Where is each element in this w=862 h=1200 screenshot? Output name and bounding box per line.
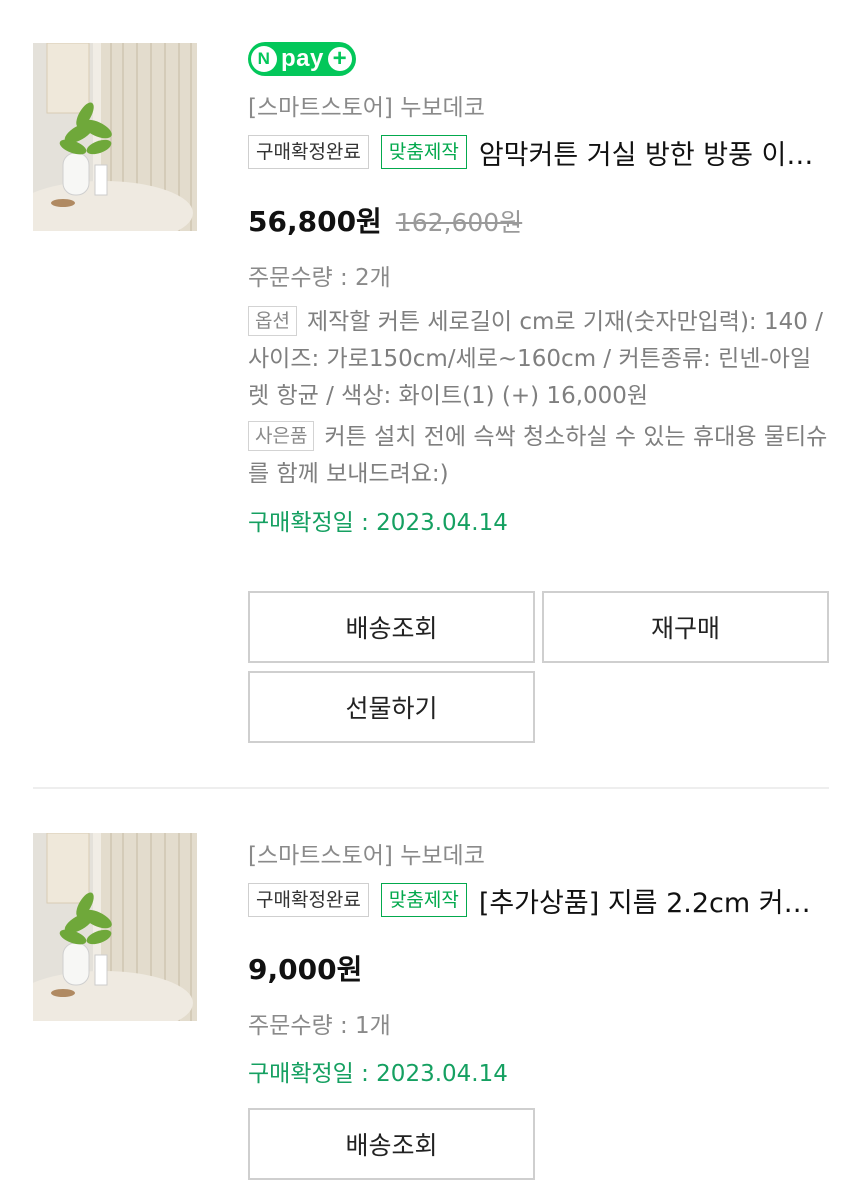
product-name[interactable]: 암막커튼 거실 방한 방풍 이중 린넨 아일렛 커튼 bbox=[479, 133, 832, 172]
npay-plus-badge: N pay + bbox=[248, 42, 356, 76]
order-divider bbox=[33, 787, 829, 789]
rebuy-button[interactable]: 재구매 bbox=[542, 591, 829, 663]
custom-made-badge: 맞춤제작 bbox=[380, 135, 467, 169]
npay-label: pay bbox=[281, 45, 324, 72]
price-row: 9,000원 bbox=[248, 948, 832, 988]
sale-price: 56,800원 bbox=[248, 205, 382, 238]
order-info: N pay + [스마트스토어] 누보데코 구매확정완료 맞춤제작 암막커튼 거… bbox=[248, 42, 832, 541]
order-item: N pay + [스마트스토어] 누보데코 구매확정완료 맞춤제작 암막커튼 거… bbox=[0, 0, 862, 788]
product-title-row[interactable]: 구매확정완료 맞춤제작 [추가상품] 지름 2.2cm 커튼봉 bbox=[248, 880, 832, 920]
purchase-confirm-date: 구매확정일 : 2023.04.14 bbox=[248, 1061, 508, 1087]
gift-block: 사은품 커튼 설치 전에 슥싹 청소하실 수 있는 휴대용 물티슈를 함께 보내드… bbox=[248, 419, 832, 493]
option-text: 제작할 커튼 세로길이 cm로 기재(숫자만입력): 140 / 사이즈: 가로… bbox=[248, 309, 823, 409]
price-row: 56,800원 162,600원 bbox=[248, 200, 832, 240]
store-name[interactable]: [스마트스토어] 누보데코 bbox=[248, 90, 832, 126]
product-title-row[interactable]: 구매확정완료 맞춤제작 암막커튼 거실 방한 방풍 이중 린넨 아일렛 커튼 bbox=[248, 132, 832, 172]
product-name[interactable]: [추가상품] 지름 2.2cm 커튼봉 bbox=[479, 881, 832, 920]
gift-text: 커튼 설치 전에 슥싹 청소하실 수 있는 휴대용 물티슈를 함께 보내드려요:… bbox=[248, 424, 828, 487]
sale-price: 9,000원 bbox=[248, 953, 363, 986]
track-delivery-button[interactable]: 배송조회 bbox=[248, 591, 535, 663]
purchase-confirm-date: 구매확정일 : 2023.04.14 bbox=[248, 510, 508, 536]
store-name[interactable]: [스마트스토어] 누보데코 bbox=[248, 838, 832, 874]
order-info: [스마트스토어] 누보데코 구매확정완료 맞춤제작 [추가상품] 지름 2.2c… bbox=[248, 838, 832, 1092]
product-thumbnail[interactable] bbox=[33, 833, 197, 1021]
status-badge: 구매확정완료 bbox=[248, 883, 369, 917]
order-quantity: 주문수량 : 1개 bbox=[248, 1013, 391, 1039]
status-badge: 구매확정완료 bbox=[248, 135, 369, 169]
original-price: 162,600원 bbox=[395, 208, 523, 237]
custom-made-badge: 맞춤제작 bbox=[380, 883, 467, 917]
gift-tag: 사은품 bbox=[248, 421, 315, 451]
track-delivery-button[interactable]: 배송조회 bbox=[248, 1108, 535, 1180]
naver-n-icon: N bbox=[251, 46, 277, 72]
send-gift-button[interactable]: 선물하기 bbox=[248, 671, 535, 743]
plus-icon: + bbox=[327, 47, 352, 71]
product-thumbnail[interactable] bbox=[33, 43, 197, 231]
option-tag: 옵션 bbox=[248, 306, 297, 336]
option-block: 옵션 제작할 커튼 세로길이 cm로 기재(숫자만입력): 140 / 사이즈: … bbox=[248, 304, 832, 415]
order-item: [스마트스토어] 누보데코 구매확정완료 맞춤제작 [추가상품] 지름 2.2c… bbox=[0, 790, 862, 1200]
order-quantity: 주문수량 : 2개 bbox=[248, 265, 391, 291]
